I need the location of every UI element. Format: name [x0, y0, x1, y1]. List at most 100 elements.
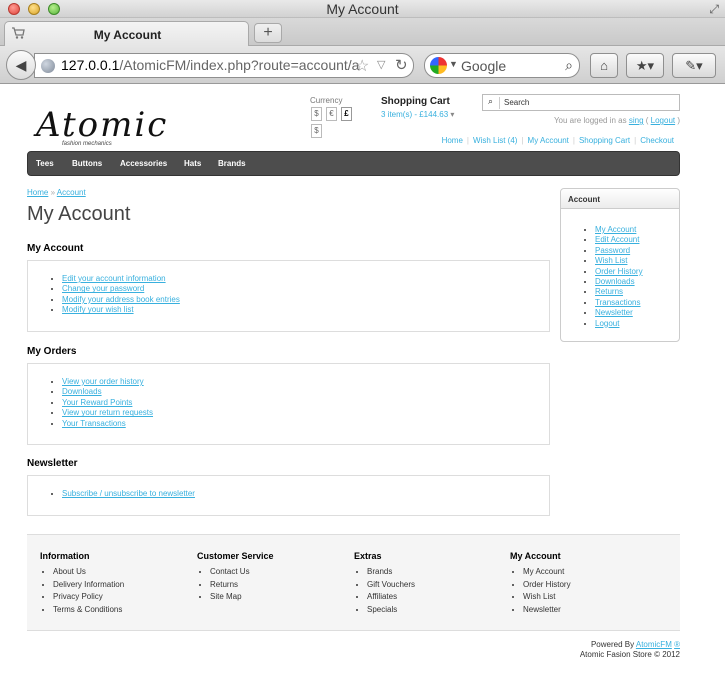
footer-link-specials[interactable]: Specials: [367, 604, 415, 617]
back-arrow-icon: ◀: [15, 57, 27, 73]
sidebar-item-newsletter[interactable]: Newsletter: [595, 308, 679, 318]
sidebar-item-downloads[interactable]: Downloads: [595, 277, 679, 287]
link-edit-account-info[interactable]: Edit your account information: [62, 274, 549, 284]
footer-link-about[interactable]: About Us: [53, 566, 124, 579]
currency-pound-button[interactable]: £: [341, 107, 352, 121]
link-order-history[interactable]: View your order history: [62, 377, 549, 387]
sidebar-item-logout[interactable]: Logout: [595, 319, 679, 329]
site-search-input[interactable]: ⌕ Search: [482, 94, 680, 111]
search-icon[interactable]: ⌕: [488, 96, 493, 107]
link-wish-list[interactable]: Modify your wish list: [62, 305, 549, 315]
url-path: /AtomicFM/index.php?route=account/a: [119, 57, 360, 73]
menu-item-accessories[interactable]: Accessories: [120, 159, 167, 168]
breadcrumb-account[interactable]: Account: [57, 188, 86, 197]
link-downloads[interactable]: Downloads: [62, 387, 549, 397]
currency-dollar-button[interactable]: $: [311, 107, 322, 121]
new-tab-button[interactable]: +: [254, 23, 282, 43]
username-link[interactable]: sing: [629, 116, 644, 125]
currency-dollar-2-button[interactable]: $: [311, 124, 322, 138]
top-link-account[interactable]: My Account: [528, 136, 569, 145]
menu-item-brands[interactable]: Brands: [218, 159, 246, 168]
footer-heading-extras: Extras: [354, 551, 382, 561]
footer-link-my-account[interactable]: My Account: [523, 566, 571, 579]
tab-my-account[interactable]: My Account: [4, 21, 249, 46]
menu-item-hats[interactable]: Hats: [184, 159, 201, 168]
bookmarks-button[interactable]: ★▾: [626, 53, 664, 78]
sidebar-item-order-history[interactable]: Order History: [595, 267, 679, 277]
search-engine-dropdown-icon[interactable]: ▼: [449, 59, 458, 69]
search-icon[interactable]: ⌕: [565, 57, 573, 74]
link-address-book[interactable]: Modify your address book entries: [62, 295, 549, 305]
footer-link-sitemap[interactable]: Site Map: [210, 591, 274, 604]
sidebar-item-my-account[interactable]: My Account: [595, 225, 679, 235]
top-link-wishlist[interactable]: Wish List (4): [473, 136, 517, 145]
site-footer: Information About Us Delivery Informatio…: [27, 534, 680, 631]
tools-icon: ✎▾: [685, 58, 703, 73]
sidebar-item-transactions[interactable]: Transactions: [595, 298, 679, 308]
footer-link-returns[interactable]: Returns: [210, 579, 274, 592]
login-status: You are logged in as sing ( Logout ): [553, 116, 680, 125]
sidebar-item-password[interactable]: Password: [595, 246, 679, 256]
cart-title: Shopping Cart: [381, 96, 450, 107]
footer-column-information: Information About Us Delivery Informatio…: [40, 551, 124, 616]
login-status-prefix: You are logged in as: [553, 116, 627, 125]
link-newsletter-subscribe[interactable]: Subscribe / unsubscribe to newsletter: [62, 489, 549, 499]
logout-link[interactable]: Logout: [651, 116, 675, 125]
search-divider: [499, 97, 500, 109]
footer-column-extras: Extras Brands Gift Vouchers Affiliates S…: [354, 551, 415, 616]
top-links: Home | Wish List (4) | My Account | Shopping C…: [442, 136, 674, 145]
currency-euro-button[interactable]: €: [326, 107, 337, 121]
browser-search-bar[interactable]: ▼ Google ⌕: [424, 53, 580, 78]
footer-link-privacy[interactable]: Privacy Policy: [53, 591, 124, 604]
footer-link-newsletter[interactable]: Newsletter: [523, 604, 571, 617]
top-link-home[interactable]: Home: [442, 136, 463, 145]
section-box-my-orders: View your order history Downloads Your R…: [27, 363, 550, 445]
fullscreen-icon[interactable]: ⤢: [709, 2, 719, 17]
link-transactions[interactable]: Your Transactions: [62, 419, 549, 429]
tools-button[interactable]: ✎▾: [672, 53, 716, 78]
section-heading-my-orders: My Orders: [27, 346, 77, 357]
bookmark-star-icon[interactable]: ☆: [355, 56, 369, 76]
back-button[interactable]: ◀: [6, 50, 36, 80]
section-heading-newsletter: Newsletter: [27, 458, 78, 469]
footer-heading-customer-service: Customer Service: [197, 551, 274, 561]
logo-text: Atomic: [36, 105, 169, 145]
footer-link-wish-list[interactable]: Wish List: [523, 591, 571, 604]
google-icon: [430, 57, 447, 74]
url-text[interactable]: 127.0.0.1/AtomicFM/index.php?route=accou…: [61, 57, 361, 73]
sidebar-item-edit-account[interactable]: Edit Account: [595, 235, 679, 245]
divider: |: [572, 136, 575, 145]
powered-by: Powered By AtomicFM ® Atomic Fasion Stor…: [580, 640, 680, 659]
section-heading-my-account: My Account: [27, 243, 84, 254]
footer-link-affiliates[interactable]: Affiliates: [367, 591, 415, 604]
link-return-requests[interactable]: View your return requests: [62, 408, 549, 418]
link-reward-points[interactable]: Your Reward Points: [62, 398, 549, 408]
window-title: My Account: [326, 1, 399, 17]
tab-title: My Account: [93, 28, 162, 42]
copyright: Atomic Fasion Store © 2012: [579, 649, 680, 659]
home-button[interactable]: ⌂: [590, 53, 618, 78]
history-dropdown-icon[interactable]: ▽: [377, 58, 385, 71]
address-bar[interactable]: 127.0.0.1/AtomicFM/index.php?route=accou…: [34, 53, 414, 78]
footer-heading-my-account: My Account: [510, 551, 561, 561]
footer-link-vouchers[interactable]: Gift Vouchers: [367, 579, 415, 592]
footer-link-brands[interactable]: Brands: [367, 566, 415, 579]
link-change-password[interactable]: Change your password: [62, 284, 549, 294]
footer-link-contact[interactable]: Contact Us: [210, 566, 274, 579]
footer-link-delivery[interactable]: Delivery Information: [53, 579, 124, 592]
footer-link-order-history[interactable]: Order History: [523, 579, 571, 592]
cart-summary[interactable]: 3 item(s) - £144.63 ▾: [381, 110, 454, 119]
sidebar-heading: Account: [561, 189, 679, 209]
powered-brand-link[interactable]: AtomicFM: [636, 640, 672, 649]
footer-link-terms[interactable]: Terms & Conditions: [53, 604, 124, 617]
top-link-cart[interactable]: Shopping Cart: [579, 136, 630, 145]
breadcrumb-home[interactable]: Home: [27, 188, 48, 197]
menu-item-buttons[interactable]: Buttons: [72, 159, 102, 168]
sidebar-item-returns[interactable]: Returns: [595, 287, 679, 297]
top-link-checkout[interactable]: Checkout: [640, 136, 674, 145]
powered-prefix: Powered By: [590, 640, 635, 649]
sidebar-item-wish-list[interactable]: Wish List: [595, 256, 679, 266]
menu-item-tees[interactable]: Tees: [36, 159, 54, 168]
reload-icon[interactable]: ↻: [395, 56, 408, 74]
site-logo[interactable]: Atomic fashion mechanics: [36, 105, 166, 150]
